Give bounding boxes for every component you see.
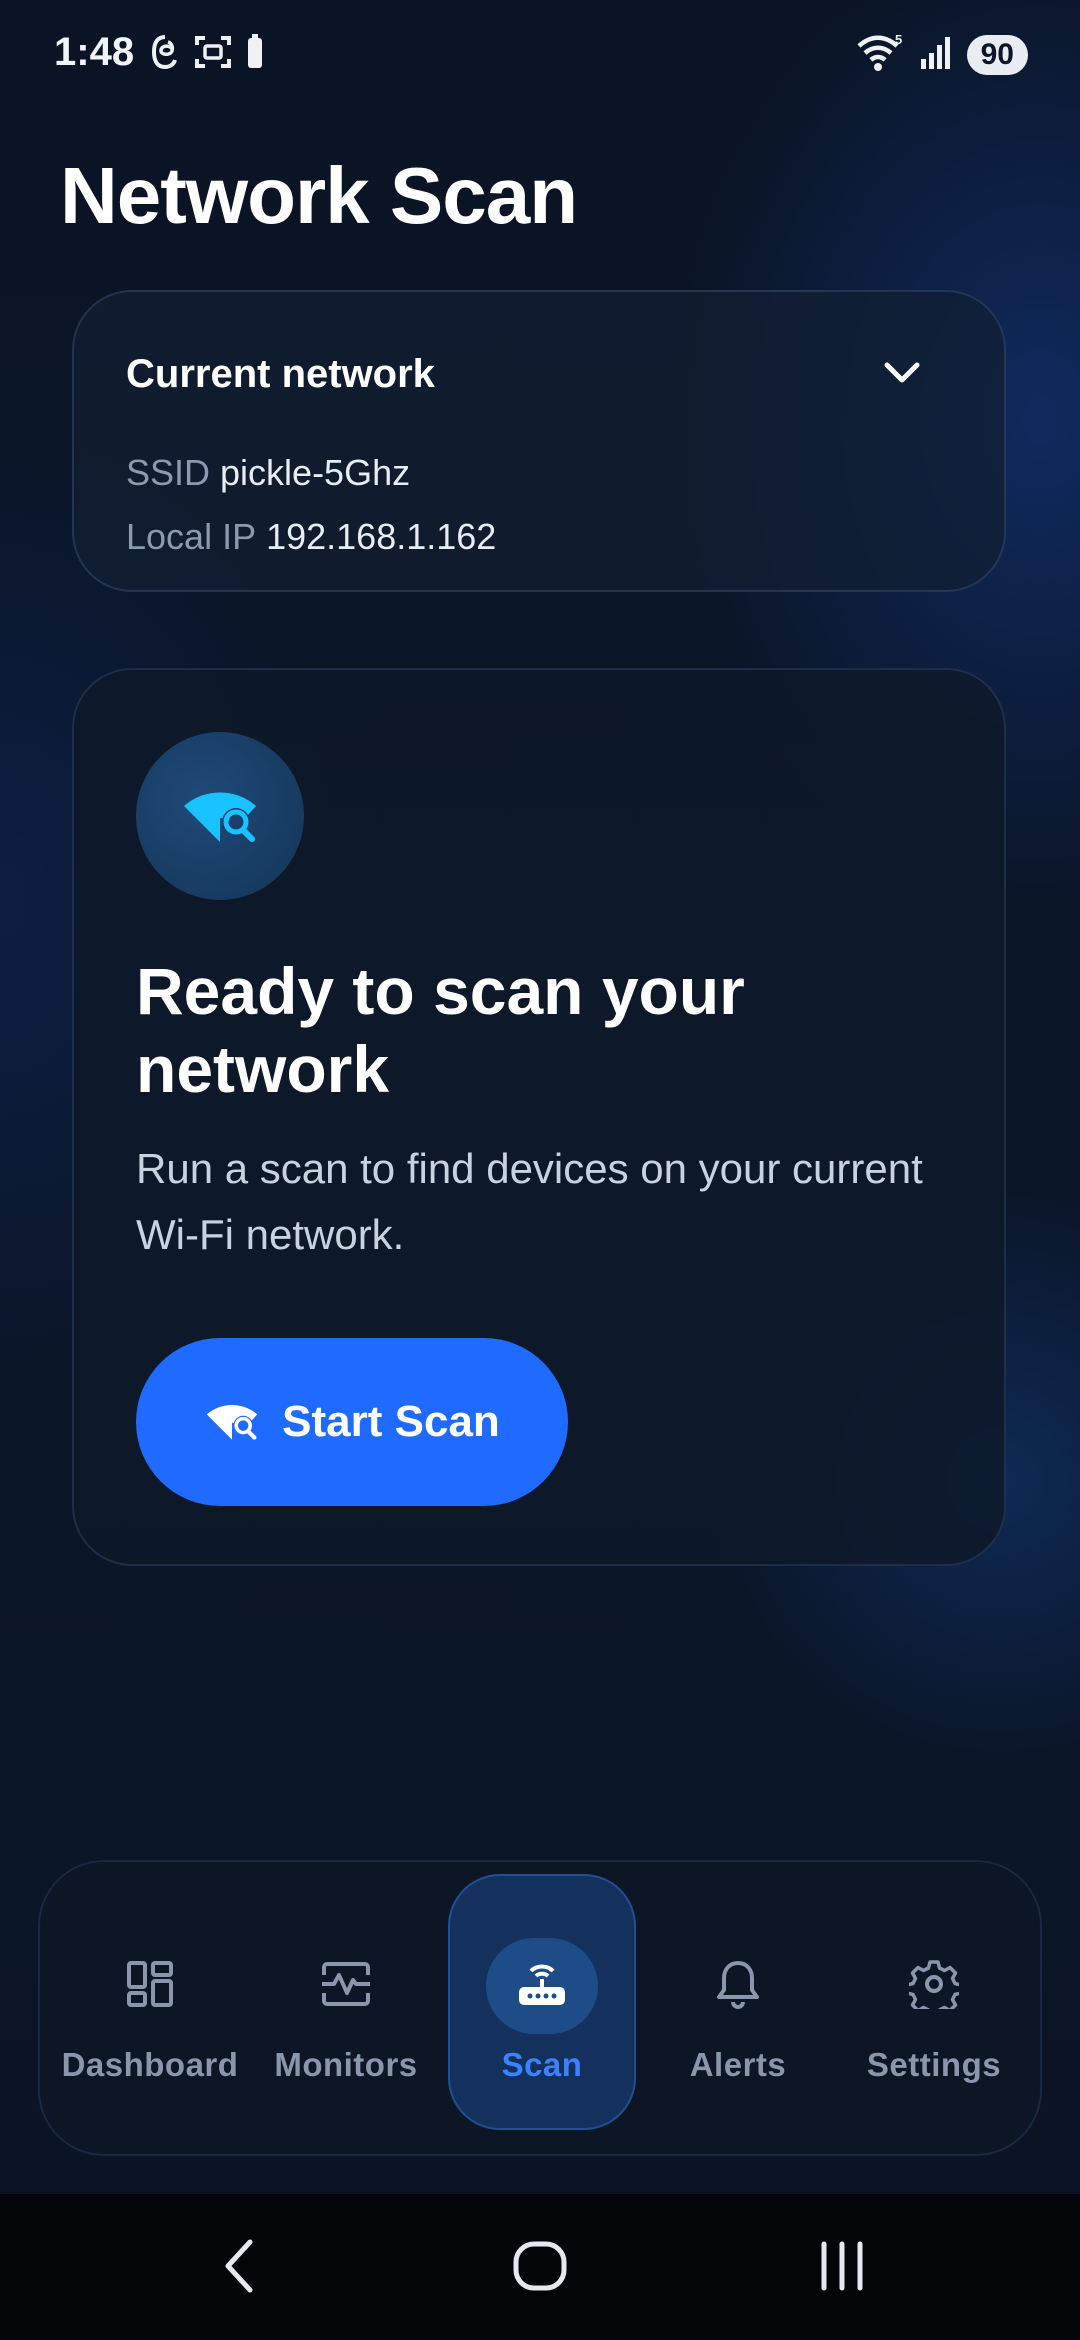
wifi-scan-icon: [204, 1399, 260, 1446]
status-time: 1:48: [54, 30, 135, 74]
nav-label-dashboard: Dashboard: [61, 2046, 239, 2083]
nav-item-monitors[interactable]: Monitors: [248, 1862, 444, 2154]
local-ip-label: Local IP: [126, 516, 257, 557]
nav-label-alerts: Alerts: [689, 2046, 787, 2083]
wifi-badge-text: 5: [895, 32, 902, 47]
ssid-value: pickle-5Ghz: [220, 452, 411, 493]
scan-icon-container: [136, 732, 304, 900]
dashboard-icon: [126, 1960, 174, 2013]
nav-item-settings[interactable]: Settings: [836, 1862, 1032, 2154]
ssid-row: SSID pickle-5Ghz: [126, 452, 410, 494]
back-icon[interactable]: [218, 2234, 258, 2303]
screenshot-icon: [194, 34, 232, 75]
home-icon[interactable]: [512, 2234, 568, 2303]
bell-icon: [716, 1959, 760, 2014]
scan-card: Ready to scan your network Run a scan to…: [72, 668, 1006, 1566]
threads-icon: [150, 34, 180, 75]
nav-item-alerts[interactable]: Alerts: [640, 1862, 836, 2154]
wifi-status-icon: 5: [855, 32, 905, 77]
battery-small-icon: [246, 34, 264, 75]
start-scan-button[interactable]: Start Scan: [136, 1338, 568, 1506]
router-icon: [517, 1959, 567, 2014]
signal-icon: [919, 35, 953, 74]
status-icons-left: [150, 34, 264, 75]
ssid-label: SSID: [126, 452, 211, 493]
battery-level: 90: [966, 34, 1028, 75]
status-bar: 1:48 5 90: [0, 0, 1080, 110]
nav-item-scan[interactable]: Scan: [444, 1862, 640, 2154]
monitor-pulse-icon: [320, 1961, 372, 2012]
nav-label-scan: Scan: [501, 2046, 583, 2083]
nav-scan-icon-bg: [486, 1938, 598, 2034]
chevron-down-icon[interactable]: [882, 360, 922, 391]
nav-label-monitors: Monitors: [274, 2046, 418, 2083]
status-icons-right: 5 90: [855, 32, 1028, 77]
local-ip-row: Local IP 192.168.1.162: [126, 516, 496, 558]
page-title: Network Scan: [60, 151, 578, 240]
local-ip-value: 192.168.1.162: [266, 516, 497, 557]
system-navigation-bar: [0, 2194, 1080, 2340]
bottom-navigation: Dashboard Monitors Scan Alerts Settings: [38, 1860, 1042, 2156]
recents-icon[interactable]: [814, 2234, 870, 2303]
gear-icon: [905, 1959, 963, 2018]
nav-item-dashboard[interactable]: Dashboard: [52, 1862, 248, 2154]
nav-label-settings: Settings: [866, 2046, 1002, 2083]
wifi-scan-icon: [180, 784, 260, 849]
start-scan-label: Start Scan: [282, 1397, 500, 1446]
scan-description: Run a scan to find devices on your curre…: [136, 1145, 923, 1258]
scan-heading: Ready to scan your network: [136, 954, 745, 1106]
network-card-title: Current network: [126, 352, 435, 396]
current-network-card[interactable]: Current network SSID pickle-5Ghz Local IP…: [72, 290, 1006, 592]
